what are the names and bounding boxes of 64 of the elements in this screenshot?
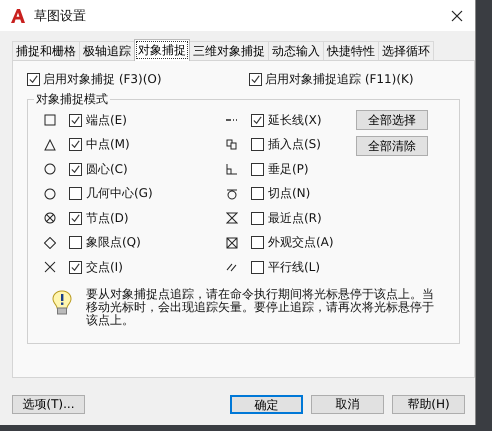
- options-button[interactable]: 选项(T)...: [12, 395, 85, 414]
- checkbox[interactable]: [27, 72, 40, 86]
- checkbox-label[interactable]: 最近点(R): [268, 210, 322, 227]
- select-button[interactable]: 全部选择: [356, 110, 428, 130]
- checkbox[interactable]: [251, 114, 264, 127]
- checkbox[interactable]: [69, 114, 82, 127]
- tab[interactable]: 动态输入: [268, 41, 324, 60]
- checkbox[interactable]: [69, 187, 82, 200]
- hourglass-icon: [226, 212, 238, 224]
- checkbox-label[interactable]: 圆心(C): [86, 160, 128, 178]
- square-icon: [44, 114, 56, 126]
- checkbox-label[interactable]: 切点(N): [268, 185, 310, 202]
- circle-icon: [44, 188, 56, 200]
- cross-icon: [44, 261, 56, 274]
- crossed-square-icon: [226, 236, 238, 249]
- checkbox[interactable]: [251, 187, 264, 200]
- triangle-icon: [44, 138, 56, 151]
- stacked-squares-icon: [226, 138, 238, 151]
- checkbox-label[interactable]: 垂足(P): [268, 160, 309, 178]
- tab[interactable]: 快捷特性: [323, 41, 379, 60]
- tab[interactable]: 捕捉和栅格: [12, 41, 80, 60]
- checkbox[interactable]: [249, 72, 262, 86]
- checkbox[interactable]: [251, 162, 264, 176]
- parallel-lines-icon: [226, 261, 238, 274]
- tangent-circle-icon: [226, 188, 238, 200]
- diamond-icon: [44, 236, 56, 249]
- checkbox-label[interactable]: 几何中心(G): [86, 185, 153, 202]
- dialog-button[interactable]: 帮助(H): [392, 395, 465, 414]
- checkbox-label[interactable]: 平行线(L): [268, 258, 320, 276]
- checkbox-label[interactable]: 中点(M): [86, 136, 130, 154]
- checkbox-label[interactable]: 外观交点(A): [268, 234, 334, 252]
- dialog-button[interactable]: 确定: [230, 395, 303, 414]
- tab[interactable]: 选择循环: [378, 41, 434, 60]
- select-button[interactable]: 全部清除: [356, 136, 428, 156]
- right-angle-icon: [226, 163, 238, 176]
- circle-icon: [44, 163, 56, 176]
- checkbox[interactable]: [251, 212, 264, 225]
- group-title: 对象捕捉模式: [34, 91, 110, 108]
- checkbox[interactable]: [69, 138, 82, 152]
- app-logo-icon: [10, 8, 26, 24]
- checkbox[interactable]: [251, 260, 264, 274]
- checkbox[interactable]: [69, 236, 82, 250]
- checkbox-label[interactable]: 启用对象捕捉追踪 (F11)(K): [265, 70, 414, 88]
- checkbox-label[interactable]: 象限点(Q): [86, 234, 141, 252]
- close-icon[interactable]: [451, 10, 463, 22]
- checkbox-label[interactable]: 插入点(S): [268, 136, 321, 154]
- tab[interactable]: 极轴追踪: [79, 41, 135, 60]
- checkbox-label[interactable]: 端点(E): [86, 112, 127, 129]
- crossed-circle-icon: [44, 212, 56, 224]
- checkbox[interactable]: [251, 138, 264, 152]
- info-text: 要从对象捕捉点追踪，请在命令执行期间将光标悬停于该点上。当移动光标时，会出现追踪矢量。要停止追踪，请再次将光标悬停于该点上。: [86, 288, 435, 326]
- checkbox[interactable]: [69, 162, 82, 176]
- checkbox-label[interactable]: 延长线(X): [268, 112, 322, 129]
- checkbox-label[interactable]: 节点(D): [86, 210, 129, 227]
- tab[interactable]: 三维对象捕捉: [189, 41, 269, 60]
- checkbox[interactable]: [251, 236, 264, 250]
- checkbox[interactable]: [69, 212, 82, 225]
- checkbox-label[interactable]: 交点(I): [86, 258, 123, 276]
- dialog-button[interactable]: 取消: [311, 395, 384, 414]
- window-title: 草图设置: [34, 8, 87, 24]
- checkbox-label[interactable]: 启用对象捕捉 (F3)(O): [43, 70, 162, 88]
- checkbox[interactable]: [69, 260, 82, 274]
- lightbulb-icon: [52, 290, 72, 316]
- tab[interactable]: 对象捕捉: [134, 39, 190, 61]
